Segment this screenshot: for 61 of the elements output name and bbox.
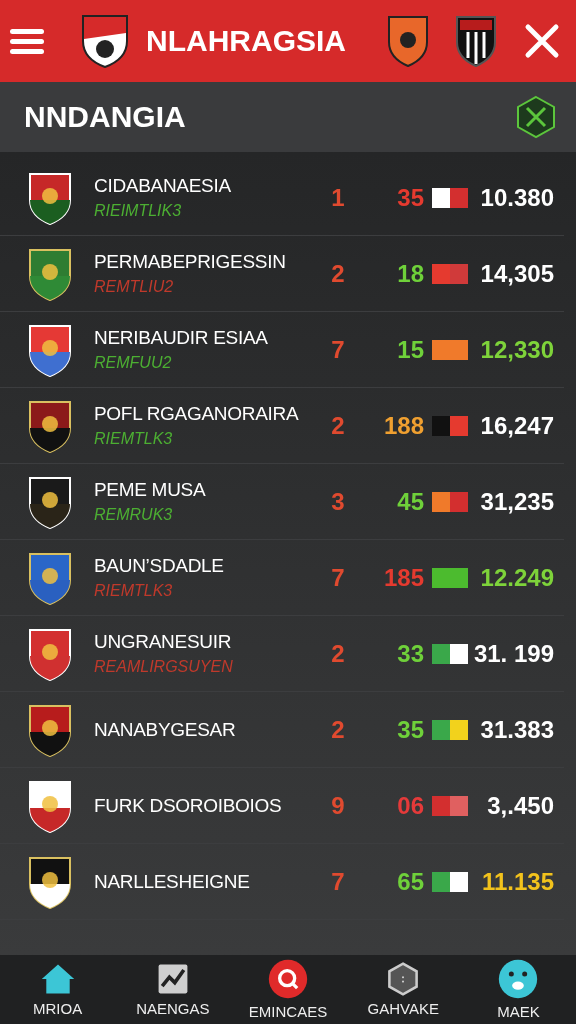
nav-tab[interactable]: MRIOA: [0, 955, 116, 1024]
count-number: 35: [396, 183, 424, 212]
score-value: 12,330: [479, 335, 554, 364]
section-title: NNDANGIA: [24, 100, 186, 134]
rank-number: 2: [330, 715, 346, 744]
count-number: 35: [396, 715, 424, 744]
app-title: NLAHRAGSIA: [146, 24, 347, 58]
striped-crest-icon: [454, 14, 498, 68]
nav-tab[interactable]: GAHVAKE: [345, 955, 461, 1024]
team-name: POFL RGAGANORAIRA: [94, 403, 300, 425]
team-subtitle: RIEMTLK3: [94, 430, 174, 448]
search-icon: [268, 959, 308, 999]
rank-number: 2: [330, 411, 346, 440]
score-value: 12.249: [479, 563, 554, 592]
count-number: 18: [396, 259, 424, 288]
team-name: PERMABEPRIGESSIN: [94, 251, 287, 273]
team-name: PEME MUSA: [94, 479, 207, 501]
count-number: 185: [382, 563, 424, 592]
rank-number: 2: [330, 639, 346, 668]
crest-icon: [386, 14, 430, 68]
team-name: UNGRANESUIR: [94, 631, 233, 653]
count-number: 33: [396, 639, 424, 668]
hexagon-icon[interactable]: [516, 95, 556, 139]
team-subtitle: REMFUU2: [94, 354, 173, 372]
team-subtitle: REMRUK3: [94, 506, 174, 524]
team-name: BAUN’SDADLE: [94, 555, 225, 577]
rank-number: 7: [330, 867, 346, 896]
score-value: 14,305: [479, 259, 554, 288]
score-value: 31. 199: [472, 639, 554, 668]
rank-number: 2: [330, 259, 346, 288]
score-value: 11.135: [480, 867, 554, 896]
score-value: 10.380: [479, 183, 554, 212]
team-name: FURK DSOROIBOIOS: [94, 794, 283, 817]
team-subtitle: RIEIMTLIK3: [94, 202, 183, 220]
count-number: 15: [396, 335, 424, 364]
rank-number: 3: [330, 487, 346, 516]
rank-number: 7: [330, 563, 346, 592]
score-value: 3,.450: [486, 791, 554, 820]
team-name: NERIBAUDIR ESIAA: [94, 327, 269, 349]
team-subtitle: REAMLIRGSUYEN: [94, 658, 234, 676]
count-number: 06: [396, 791, 424, 820]
count-number: 188: [382, 411, 424, 440]
score-value: 16,247: [479, 411, 554, 440]
score-value: 31,235: [479, 487, 554, 516]
face-icon: [498, 959, 539, 999]
rank-number: 7: [330, 335, 346, 364]
rank-number: 9: [330, 791, 346, 820]
count-number: 65: [396, 867, 424, 896]
team-name: NARLLESHEIGNE: [94, 870, 251, 893]
count-number: 45: [396, 487, 424, 516]
shield-logo-icon: [80, 13, 130, 69]
nav-tab[interactable]: MAEK: [460, 955, 576, 1024]
team-subtitle: REMTLIU2: [94, 278, 175, 296]
rank-number: 1: [330, 183, 346, 212]
team-subtitle: RIEMTLK3: [94, 582, 174, 600]
nav-tab[interactable]: EMINCAES: [230, 955, 346, 1024]
team-name: NANABYGESAR: [94, 718, 237, 741]
nav-tab[interactable]: NAENGAS: [115, 955, 231, 1024]
team-name: CIDABANAESIA: [94, 175, 232, 197]
score-value: 31.383: [479, 715, 554, 744]
home-icon: [39, 962, 76, 996]
